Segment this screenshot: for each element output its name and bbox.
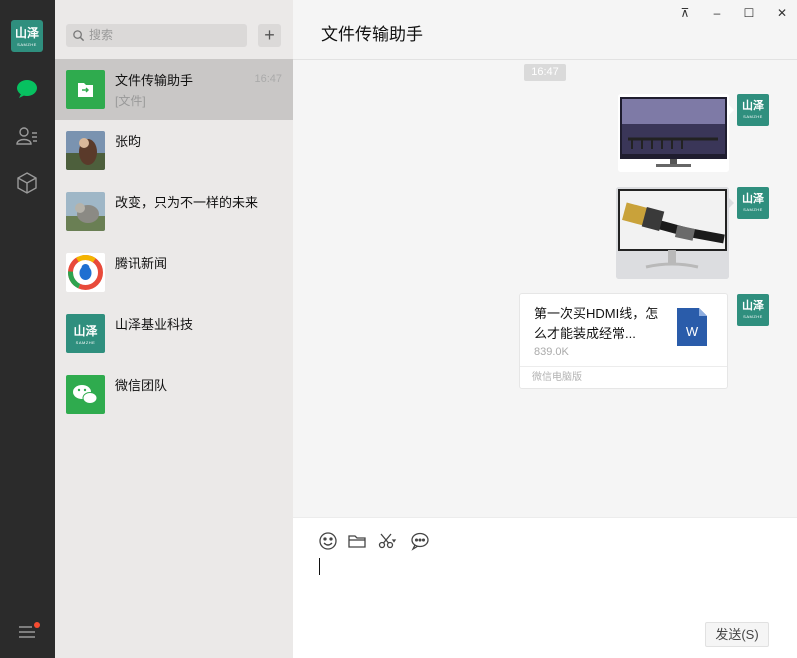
chat-item-wechat-team[interactable]: 微信团队 — [55, 364, 293, 425]
chat-item-zhangyun[interactable]: 张昀 — [55, 120, 293, 181]
word-doc-icon: W — [677, 308, 707, 346]
search-placeholder: 搜索 — [89, 28, 114, 42]
chat-icon[interactable] — [15, 77, 39, 101]
chat-item-preview: [文件] — [115, 94, 146, 108]
text-caret[interactable] — [319, 558, 320, 575]
samzhe-avatar: 山泽 SAMZHE — [66, 314, 105, 353]
chat-list: 搜索 + 文件传输助手 [文件] 16:47 张昀 改变，只为不一样的未来 腾讯… — [55, 0, 293, 658]
folder-icon[interactable] — [347, 531, 367, 551]
change-avatar — [66, 192, 105, 231]
chat-item-name: 腾讯新闻 — [115, 256, 168, 271]
chat-item-name: 山泽基业科技 — [115, 317, 194, 332]
my-avatar-text: 山泽 — [742, 299, 764, 312]
chat-history-icon[interactable] — [410, 531, 430, 551]
samzhe-avatar-text: 山泽 — [73, 324, 98, 338]
file-name: 第一次买HDMI线，怎么才能装成经常... — [534, 306, 659, 341]
message-composer: 发送(S) — [293, 517, 797, 658]
my-avatar-subtext: SAMZHE — [743, 207, 763, 212]
file-source-divider — [520, 366, 727, 367]
file-size: 839.0K — [534, 346, 569, 358]
my-avatar-subtext: SAMZHE — [743, 114, 763, 119]
file-transfer-avatar — [66, 70, 105, 109]
doc-type-letter: W — [686, 324, 699, 339]
my-avatar-subtext: SAMZHE — [743, 314, 763, 319]
minimize-button[interactable]: – — [709, 5, 725, 21]
file-message[interactable]: 第一次买HDMI线，怎么才能装成经常... 839.0K W 微信电脑版 — [519, 293, 728, 389]
chat-item-change[interactable]: 改变，只为不一样的未来 — [55, 181, 293, 242]
chat-item-time: 16:47 — [254, 73, 282, 85]
chat-item-name: 文件传输助手 — [115, 73, 194, 88]
close-button[interactable]: ✕ — [774, 5, 790, 21]
pin-button[interactable]: ⊼ — [677, 5, 693, 21]
profile-avatar-subtext: SAMZHE — [17, 42, 37, 47]
bubble-tail — [729, 198, 734, 208]
my-avatar-text: 山泽 — [742, 192, 764, 205]
screenshot-icon[interactable] — [377, 531, 397, 551]
chat-item-file-transfer[interactable]: 文件传输助手 [文件] 16:47 — [55, 59, 293, 120]
maximize-button[interactable]: ☐ — [741, 5, 757, 21]
chat-item-name: 改变，只为不一样的未来 — [115, 195, 259, 210]
add-button[interactable]: + — [258, 24, 281, 47]
my-avatar[interactable]: 山泽 SAMZHE — [737, 187, 769, 219]
contacts-icon[interactable] — [15, 124, 39, 148]
chat-item-samzhe[interactable]: 山泽 SAMZHE 山泽基业科技 — [55, 303, 293, 364]
my-avatar[interactable]: 山泽 SAMZHE — [737, 94, 769, 126]
search-input[interactable]: 搜索 — [66, 24, 247, 47]
file-source: 微信电脑版 — [532, 372, 582, 383]
bubble-tail — [729, 105, 734, 115]
samzhe-avatar-subtext: SAMZHE — [75, 340, 96, 345]
notification-dot — [34, 622, 40, 628]
title-divider — [293, 59, 797, 60]
conversation-title: 文件传输助手 — [321, 25, 423, 44]
my-avatar-text: 山泽 — [742, 99, 764, 112]
my-avatar[interactable]: 山泽 SAMZHE — [737, 294, 769, 326]
emoji-icon[interactable] — [318, 531, 338, 551]
message-timestamp: 16:47 — [524, 64, 566, 81]
profile-avatar[interactable]: 山泽 SAMZHE — [11, 20, 43, 52]
favorites-icon[interactable] — [15, 171, 39, 195]
search-icon — [73, 30, 85, 42]
wechat-team-avatar — [66, 375, 105, 414]
zhangyun-avatar — [66, 131, 105, 170]
profile-avatar-text: 山泽 — [14, 26, 39, 40]
chat-item-name: 张昀 — [115, 134, 142, 149]
tencent-news-avatar — [66, 253, 105, 292]
nav-rail: 山泽 SAMZHE — [0, 0, 55, 658]
send-button[interactable]: 发送(S) — [705, 622, 769, 647]
chat-item-name: 微信团队 — [115, 378, 168, 393]
image-message-tv[interactable] — [618, 94, 729, 172]
chat-pane: ⊼ – ☐ ✕ 文件传输助手 16:47 山泽 SAMZHE 山泽 SAMZHE… — [293, 0, 797, 658]
chat-item-tencent-news[interactable]: 腾讯新闻 — [55, 242, 293, 303]
image-message-hdmi[interactable] — [616, 187, 729, 279]
